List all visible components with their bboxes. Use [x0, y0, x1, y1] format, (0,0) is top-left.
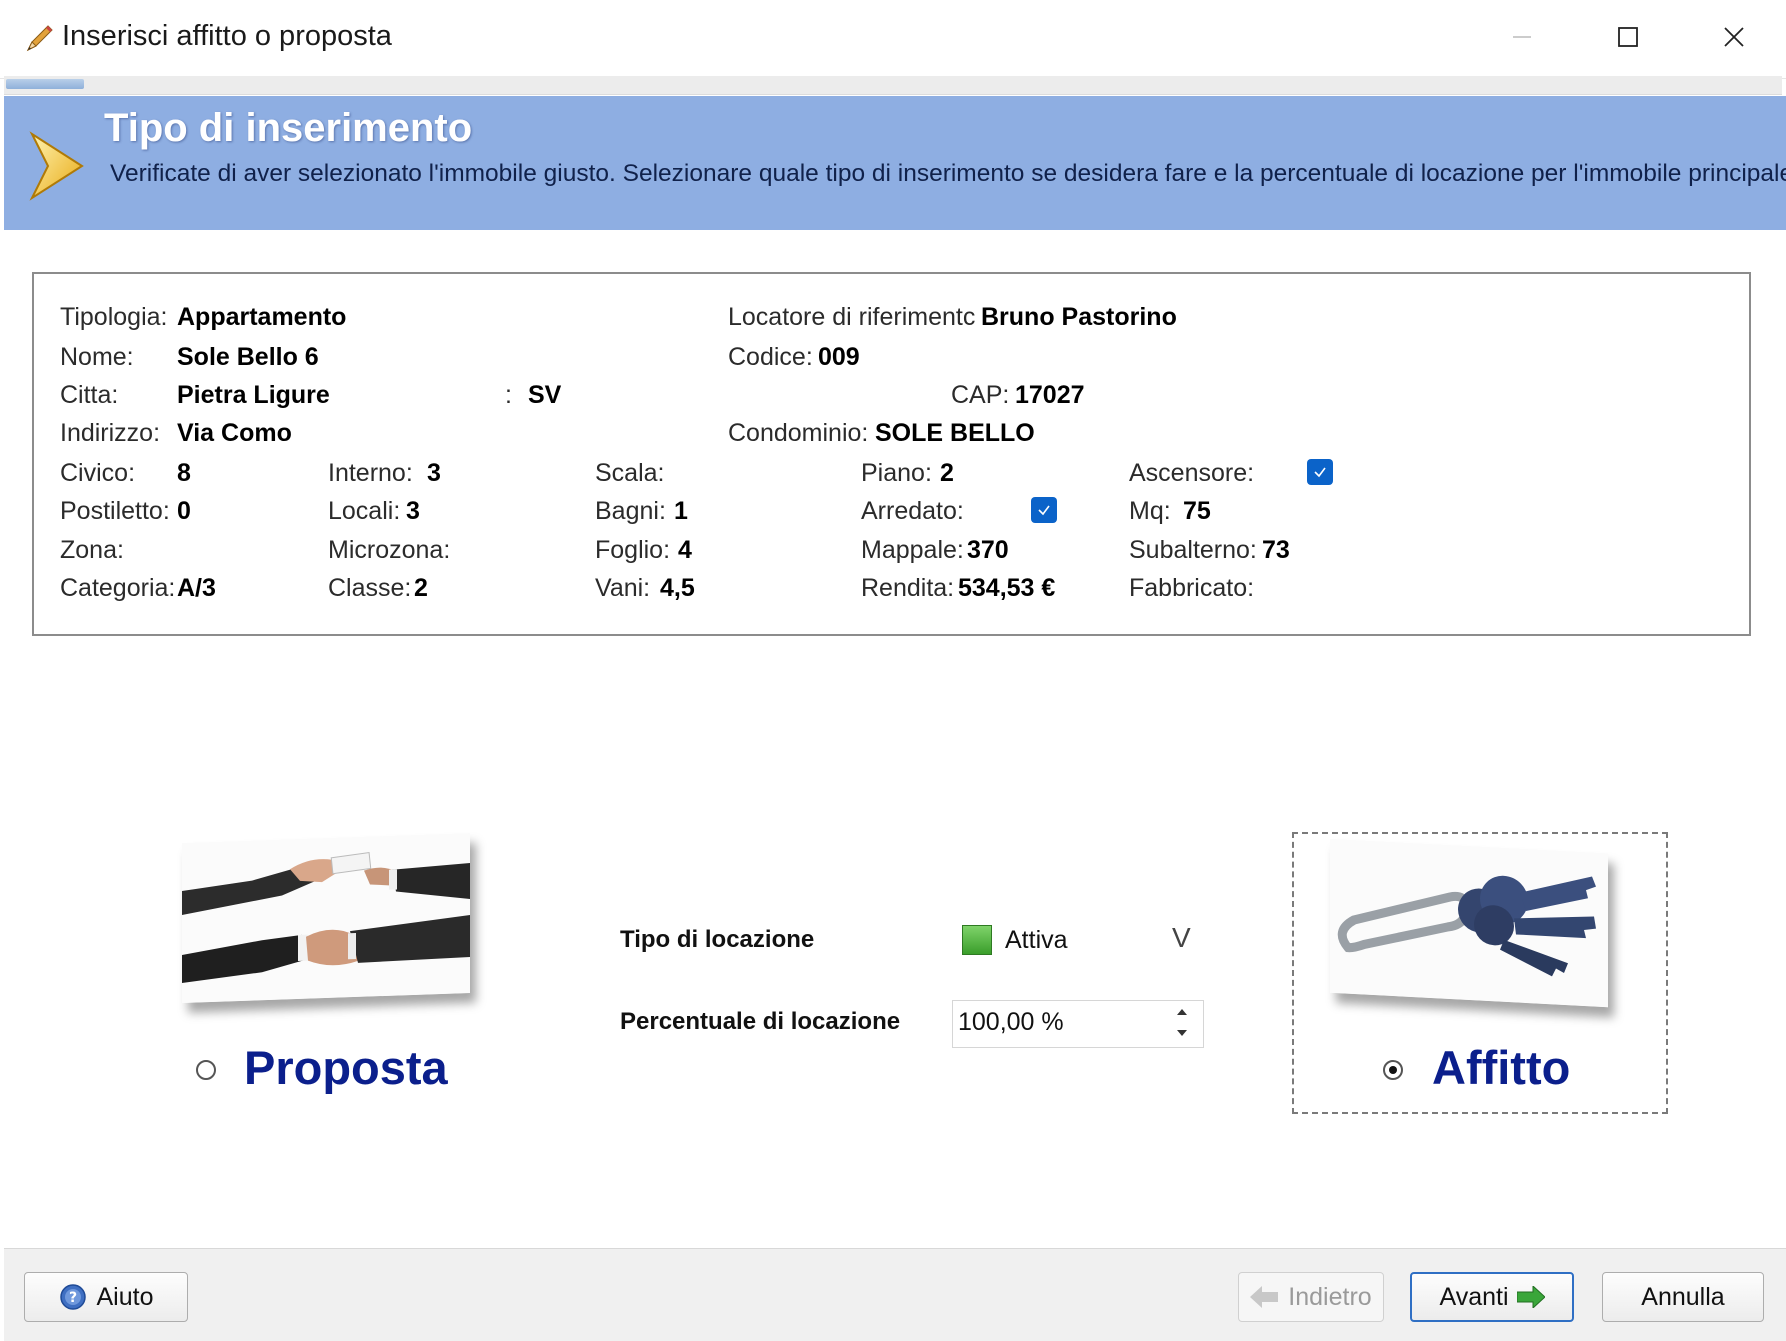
tipologia-label: Tipologia: — [60, 303, 168, 331]
window-title: Inserisci affitto o proposta — [62, 20, 392, 52]
tipo-locazione-value[interactable]: Attiva — [1005, 926, 1068, 955]
help-icon: ? — [59, 1283, 87, 1311]
indietro-button[interactable]: Indietro — [1238, 1272, 1384, 1322]
ascensore-checkbox[interactable] — [1307, 459, 1333, 485]
citta-value: Pietra Ligure — [177, 381, 330, 409]
avanti-label: Avanti — [1439, 1282, 1509, 1311]
nome-label: Nome: — [60, 343, 134, 371]
condominio-label: Condominio: — [728, 419, 869, 447]
scala-label: Scala: — [595, 459, 665, 487]
condominio-value: SOLE BELLO — [875, 419, 1035, 447]
foglio-label: Foglio: — [595, 536, 671, 564]
locatore-label: Locatore di riferimentc — [728, 303, 976, 331]
mappale-label: Mappale: — [861, 536, 964, 564]
locali-label: Locali: — [328, 497, 401, 525]
categoria-value: A/3 — [177, 574, 216, 602]
page-description: Verificate di aver selezionato l'immobil… — [110, 160, 1786, 187]
tipo-locazione-dropdown[interactable]: V — [1172, 922, 1191, 954]
ascensore-label: Ascensore: — [1129, 459, 1255, 487]
locali-value: 3 — [406, 497, 420, 525]
foglio-value: 4 — [678, 536, 692, 564]
spin-down-button[interactable] — [1164, 1023, 1200, 1043]
affitto-radio[interactable] — [1383, 1060, 1403, 1080]
rendita-label: Rendita: — [861, 574, 955, 602]
codice-value: 009 — [818, 343, 860, 371]
vani-label: Vani: — [595, 574, 651, 602]
civico-value: 8 — [177, 459, 191, 487]
piano-value: 2 — [940, 459, 954, 487]
close-button[interactable] — [1682, 0, 1786, 74]
maximize-button[interactable] — [1576, 0, 1680, 74]
subalterno-label: Subalterno: — [1129, 536, 1257, 564]
chevron-up-icon — [1177, 1009, 1187, 1015]
pencil-icon — [24, 22, 56, 54]
indietro-label: Indietro — [1288, 1282, 1372, 1311]
fabbricato-label: Fabbricato: — [1129, 574, 1255, 602]
annulla-button[interactable]: Annulla — [1602, 1272, 1764, 1322]
mq-value: 75 — [1183, 497, 1211, 525]
postiletto-label: Postiletto: — [60, 497, 170, 525]
spinbox-buttons — [1164, 1002, 1200, 1044]
postiletto-value: 0 — [177, 497, 191, 525]
arredato-label: Arredato: — [861, 497, 964, 525]
aiuto-label: Aiuto — [96, 1282, 154, 1311]
arrow-right-green-icon — [1516, 1286, 1545, 1308]
proposta-label[interactable]: Proposta — [244, 1040, 448, 1095]
attiva-status-icon — [962, 925, 992, 955]
check-icon — [1314, 467, 1326, 478]
minimize-icon — [1513, 36, 1531, 38]
page-title: Tipo di inserimento — [104, 106, 473, 150]
keys-image[interactable] — [1330, 838, 1608, 1008]
cap-label: CAP: — [951, 381, 1010, 409]
proposta-radio[interactable] — [196, 1060, 216, 1080]
subalterno-value: 73 — [1262, 536, 1290, 564]
handshake-image[interactable] — [182, 832, 470, 1004]
microzona-label: Microzona: — [328, 536, 451, 564]
locatore-value: Bruno Pastorino — [981, 303, 1177, 331]
provincia-value: SV — [528, 381, 562, 409]
percentuale-locazione-value[interactable]: 100,00 % — [958, 1008, 1064, 1037]
annulla-label: Annulla — [1641, 1282, 1725, 1311]
close-icon — [1724, 27, 1744, 47]
rendita-value: 534,53 € — [958, 574, 1056, 602]
aiuto-button[interactable]: ? Aiuto — [24, 1272, 188, 1322]
percentuale-locazione-label: Percentuale di locazione — [620, 1008, 901, 1035]
step-progress-fill — [6, 79, 84, 89]
zona-label: Zona: — [60, 536, 124, 564]
spin-up-button[interactable] — [1164, 1002, 1200, 1022]
indirizzo-value: Via Como — [177, 419, 292, 447]
minimize-button[interactable] — [1470, 0, 1574, 74]
arredato-checkbox[interactable] — [1031, 497, 1057, 523]
tipo-locazione-label: Tipo di locazione — [620, 926, 815, 953]
step-progress-strip — [4, 76, 1782, 95]
provincia-label: : — [505, 381, 512, 409]
bagni-label: Bagni: — [595, 497, 666, 525]
cap-value: 17027 — [1015, 381, 1085, 409]
maximize-icon — [1618, 27, 1638, 47]
arrow-left-icon — [1250, 1286, 1279, 1308]
tipologia-value: Appartamento — [177, 303, 347, 331]
bagni-value: 1 — [674, 497, 688, 525]
arrow-right-icon — [26, 130, 90, 202]
codice-label: Codice: — [728, 343, 813, 371]
chevron-down-icon — [1177, 1030, 1187, 1036]
mq-label: Mq: — [1129, 497, 1171, 525]
classe-value: 2 — [414, 574, 428, 602]
nome-value: Sole Bello 6 — [177, 343, 319, 371]
affitto-label[interactable]: Affitto — [1432, 1040, 1570, 1095]
classe-label: Classe: — [328, 574, 412, 602]
civico-label: Civico: — [60, 459, 136, 487]
svg-text:?: ? — [68, 1290, 76, 1306]
indirizzo-label: Indirizzo: — [60, 419, 161, 447]
piano-label: Piano: — [861, 459, 932, 487]
vani-value: 4,5 — [660, 574, 695, 602]
avanti-button[interactable]: Avanti — [1410, 1272, 1574, 1322]
interno-value: 3 — [427, 459, 441, 487]
citta-label: Citta: — [60, 381, 119, 409]
mappale-value: 370 — [967, 536, 1009, 564]
categoria-label: Categoria: — [60, 574, 176, 602]
interno-label: Interno: — [328, 459, 413, 487]
check-icon — [1038, 505, 1050, 516]
